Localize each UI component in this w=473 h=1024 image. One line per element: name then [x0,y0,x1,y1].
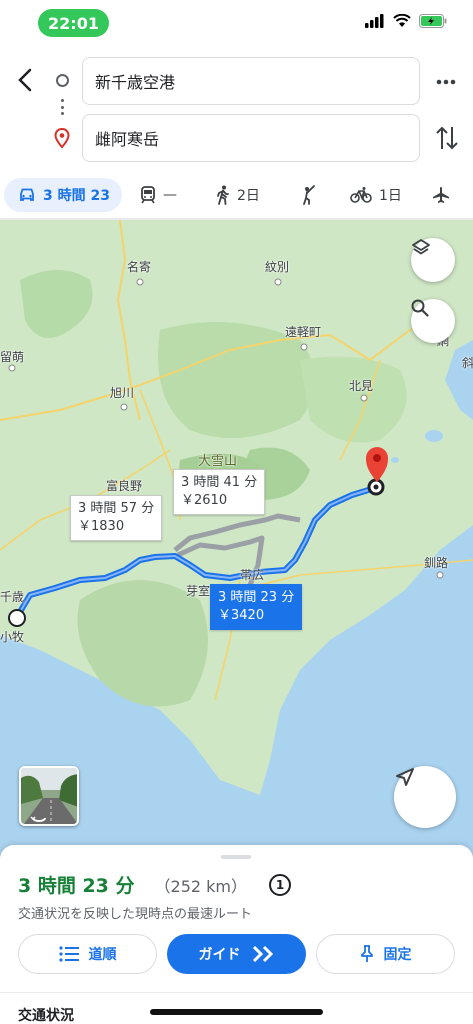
pin-button-label: 固定 [383,947,412,963]
tab-flight[interactable] [432,178,450,212]
steps-button[interactable]: 道順 [18,934,157,974]
sheet-divider [0,992,473,993]
map-label-memuro: 芽室 [186,584,211,598]
tab-driving-label: 3 時間 23 [43,188,110,204]
map-label-furano: 富良野 [106,479,143,493]
route-callout-alt2[interactable]: 3 時間 41 分 ￥2610 [173,469,266,515]
toll-badge: 1 [269,873,291,896]
pin-button[interactable]: 固定 [316,934,455,974]
map-label-monbetsu: 紋別 [265,260,290,274]
route-callout-time: 3 時間 41 分 [181,475,258,490]
map-label-nayoro: 名寄 [127,260,152,274]
route-callout-alt1[interactable]: 3 時間 57 分 ￥1830 [70,495,163,541]
tab-walking-label: 2日 [237,188,260,204]
map-label-daisetsuzan: 大雪山 [198,454,238,469]
tab-rideshare[interactable] [300,178,318,212]
tab-cycling-label: 1日 [379,188,402,204]
map-label-asahikawa: 旭川 [110,386,135,400]
map-label-rumoi: 留萌 [0,350,25,364]
status-icons [365,14,447,28]
travel-mode-tabs: 3 時間 23 — 2日 1日 [0,178,473,214]
steps-button-label: 道順 [88,947,117,963]
signal-icon [365,14,384,28]
route-connector-icon [61,99,64,115]
route-callout-time: 3 時間 23 分 [218,590,295,605]
map-label-chitose: 千歳 [0,590,25,604]
tab-transit[interactable]: — [140,178,177,212]
swap-icon [436,126,458,150]
tab-driving[interactable]: 3 時間 23 [4,178,122,212]
layers-icon [412,239,430,255]
search-icon [411,299,429,317]
map-label-obihiro: 帯広 [240,568,265,582]
swap-button[interactable] [434,124,460,152]
toll-badge-count: 1 [275,877,285,892]
layers-button[interactable] [411,238,455,282]
route-callout-toll: ￥1830 [78,519,125,534]
route-duration: 3 時間 23 分 [18,875,135,897]
route-distance: （252 km） [154,876,247,896]
flight-icon [433,187,449,203]
status-bar: 22:01 [0,0,473,46]
destination-pin-icon [54,128,70,148]
route-subtitle: 交通状況を反映した現時点の最速ルート [18,907,253,922]
destination-field[interactable]: 雌阿寒岳 [82,114,420,162]
navigation-arrow-icon [396,768,414,786]
double-chevron-right-icon [252,945,273,963]
map-label-kushiro: 釧路 [424,556,449,570]
search-along-route-button[interactable] [411,299,455,343]
car-icon [20,188,34,201]
street-view-image [21,768,77,824]
map-label-kitami: 北見 [349,379,374,393]
battery-icon [419,14,447,28]
origin-dot-icon [56,74,69,87]
tab-walking[interactable]: 2日 [216,178,260,212]
wifi-icon [393,14,411,27]
rideshare-icon [303,185,315,205]
guide-button-label: ガイド [198,947,241,963]
train-icon [141,186,155,204]
pin-icon [360,945,373,962]
tab-transit-label: — [163,187,177,203]
home-indicator[interactable] [150,1009,323,1015]
traffic-section-title: 交通状況 [18,1008,74,1024]
tab-cycling[interactable]: 1日 [350,178,402,212]
street-view-thumbnail[interactable] [19,766,79,826]
map-view[interactable]: 名寄 紋別 遠軽町 留萌 旭川 北見 網 斜 大雪山 富良野 芽室 帯広 釧路 … [0,220,473,860]
map-label-shari: 斜 [462,356,473,370]
back-arrow-icon [18,68,32,92]
status-time: 22:01 [38,9,109,37]
start-guide-button[interactable]: ガイド [167,934,306,974]
route-summary-sheet[interactable]: 3 時間 23 分 （252 km） 1 交通状況を反映した現時点の最速ルート … [0,845,473,1024]
back-button[interactable] [10,62,40,98]
more-horizontal-icon [436,79,456,85]
route-callout-time: 3 時間 57 分 [78,501,155,516]
walk-icon [217,185,229,205]
sheet-drag-handle[interactable] [221,855,251,859]
my-location-button[interactable] [394,766,456,828]
origin-field[interactable]: 新千歳空港 [82,57,420,105]
map-label-engaru: 遠軽町 [285,325,322,339]
list-icon [58,946,79,962]
map-label-tomakomai: 小牧 [0,630,25,644]
route-summary: 3 時間 23 分 （252 km） 1 [18,871,291,898]
bike-icon [350,187,372,203]
more-options-button[interactable] [432,68,460,96]
route-callout-selected[interactable]: 3 時間 23 分 ￥3420 [210,584,303,630]
route-callout-toll: ￥3420 [218,608,265,623]
route-callout-toll: ￥2610 [181,493,228,508]
